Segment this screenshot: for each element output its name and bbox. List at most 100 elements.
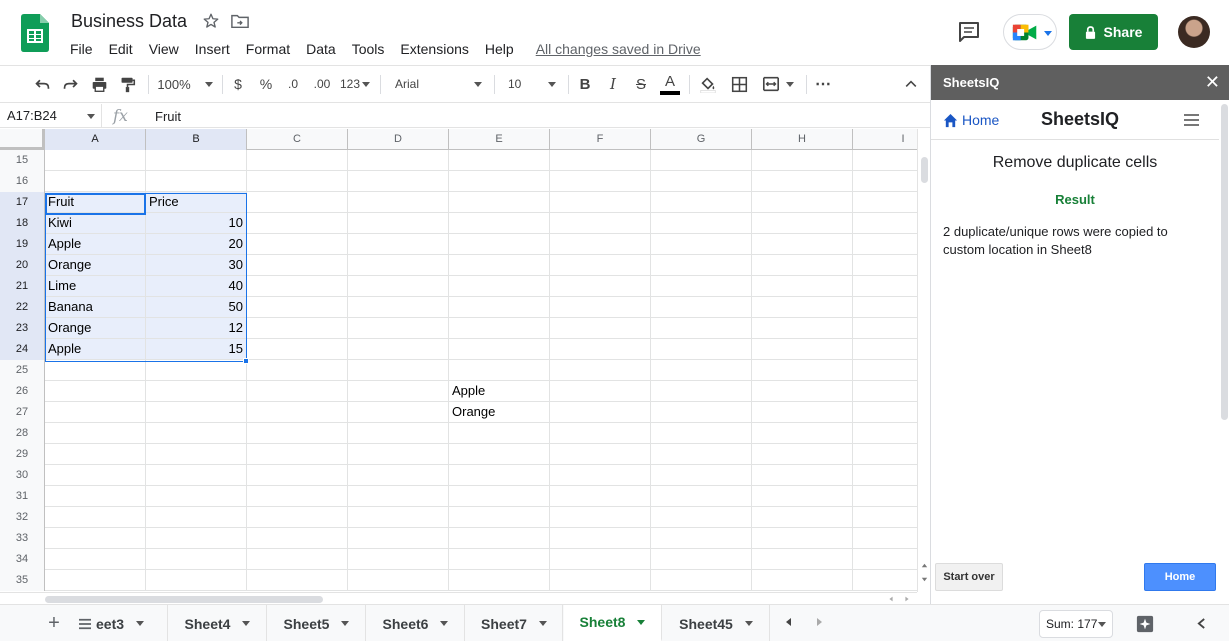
cell-b22[interactable]: 50 [146, 297, 247, 317]
cell-f22[interactable] [550, 297, 651, 317]
cell-i15[interactable] [853, 150, 917, 170]
name-box[interactable]: A17:B24 [0, 104, 102, 127]
cell-a23[interactable]: Orange [45, 318, 146, 338]
collapse-toolbar-icon[interactable] [900, 66, 922, 102]
more-formats-button[interactable]: 123 [339, 66, 371, 102]
cell-f28[interactable] [550, 423, 651, 443]
menu-tools[interactable]: Tools [344, 38, 393, 60]
sheet-tab[interactable]: eet3 [96, 605, 168, 641]
cell-f24[interactable] [550, 339, 651, 359]
cell-c22[interactable] [247, 297, 348, 317]
cell-i16[interactable] [853, 171, 917, 191]
cell-e17[interactable] [449, 192, 550, 212]
row-header[interactable]: 32 [0, 507, 45, 528]
cell-d30[interactable] [348, 465, 449, 485]
menu-insert[interactable]: Insert [187, 38, 238, 60]
cell-b26[interactable] [146, 381, 247, 401]
cell-d31[interactable] [348, 486, 449, 506]
all-sheets-icon[interactable] [74, 605, 96, 641]
cell-c18[interactable] [247, 213, 348, 233]
scroll-up-icon[interactable] [920, 561, 929, 570]
percent-format-button[interactable]: % [256, 66, 276, 102]
menu-format[interactable]: Format [238, 38, 298, 60]
column-header-d[interactable]: D [348, 129, 449, 150]
cell-g21[interactable] [651, 276, 752, 296]
cell-a20[interactable]: Orange [45, 255, 146, 275]
cell-a31[interactable] [45, 486, 146, 506]
cell-d21[interactable] [348, 276, 449, 296]
row-header[interactable]: 24 [0, 339, 45, 360]
cell-b33[interactable] [146, 528, 247, 548]
cell-d34[interactable] [348, 549, 449, 569]
cell-f19[interactable] [550, 234, 651, 254]
row-header[interactable]: 35 [0, 570, 45, 591]
row-header[interactable]: 23 [0, 318, 45, 339]
cell-a34[interactable] [45, 549, 146, 569]
cell-b32[interactable] [146, 507, 247, 527]
column-header-c[interactable]: C [247, 129, 348, 150]
side-panel-toggle-icon[interactable] [1197, 618, 1206, 629]
cell-g31[interactable] [651, 486, 752, 506]
cell-a19[interactable]: Apple [45, 234, 146, 254]
fill-handle[interactable] [243, 358, 249, 364]
cell-h20[interactable] [752, 255, 853, 275]
strikethrough-button[interactable]: S [631, 66, 651, 102]
horizontal-scrollbar[interactable] [0, 592, 917, 604]
column-header-b[interactable]: B [146, 129, 247, 150]
font-size-select[interactable]: 10 [502, 66, 560, 102]
cell-d27[interactable] [348, 402, 449, 422]
cell-f23[interactable] [550, 318, 651, 338]
panel-scroll-thumb[interactable] [1221, 104, 1228, 420]
cell-a16[interactable] [45, 171, 146, 191]
cell-i31[interactable] [853, 486, 917, 506]
cell-e26[interactable]: Apple [449, 381, 550, 401]
cell-g16[interactable] [651, 171, 752, 191]
close-icon[interactable]: ✕ [1205, 65, 1220, 100]
cell-c17[interactable] [247, 192, 348, 212]
cell-b30[interactable] [146, 465, 247, 485]
cell-f25[interactable] [550, 360, 651, 380]
cell-c32[interactable] [247, 507, 348, 527]
cell-a22[interactable]: Banana [45, 297, 146, 317]
cell-i28[interactable] [853, 423, 917, 443]
cell-h21[interactable] [752, 276, 853, 296]
cell-g22[interactable] [651, 297, 752, 317]
cell-f16[interactable] [550, 171, 651, 191]
cell-a26[interactable] [45, 381, 146, 401]
explore-icon[interactable] [1136, 615, 1154, 633]
user-avatar[interactable] [1178, 16, 1210, 48]
cell-h23[interactable] [752, 318, 853, 338]
cell-f20[interactable] [550, 255, 651, 275]
increase-decimal-button[interactable]: .00 [310, 66, 334, 102]
cell-d33[interactable] [348, 528, 449, 548]
share-button[interactable]: Share [1069, 14, 1158, 50]
cell-i33[interactable] [853, 528, 917, 548]
cell-d23[interactable] [348, 318, 449, 338]
cell-a15[interactable] [45, 150, 146, 170]
cell-g30[interactable] [651, 465, 752, 485]
cell-g34[interactable] [651, 549, 752, 569]
cell-e16[interactable] [449, 171, 550, 191]
cell-a29[interactable] [45, 444, 146, 464]
fill-color-icon[interactable] [697, 66, 719, 102]
cell-i24[interactable] [853, 339, 917, 359]
cell-d24[interactable] [348, 339, 449, 359]
cell-e24[interactable] [449, 339, 550, 359]
cell-c29[interactable] [247, 444, 348, 464]
cell-i34[interactable] [853, 549, 917, 569]
cell-e27[interactable]: Orange [449, 402, 550, 422]
cell-g15[interactable] [651, 150, 752, 170]
cell-d22[interactable] [348, 297, 449, 317]
cell-h34[interactable] [752, 549, 853, 569]
cell-d25[interactable] [348, 360, 449, 380]
cell-i32[interactable] [853, 507, 917, 527]
borders-icon[interactable] [728, 66, 750, 102]
cell-b20[interactable]: 30 [146, 255, 247, 275]
print-icon[interactable] [88, 66, 110, 102]
cell-e22[interactable] [449, 297, 550, 317]
cell-f29[interactable] [550, 444, 651, 464]
cell-i25[interactable] [853, 360, 917, 380]
cell-f30[interactable] [550, 465, 651, 485]
cell-g23[interactable] [651, 318, 752, 338]
cell-a28[interactable] [45, 423, 146, 443]
